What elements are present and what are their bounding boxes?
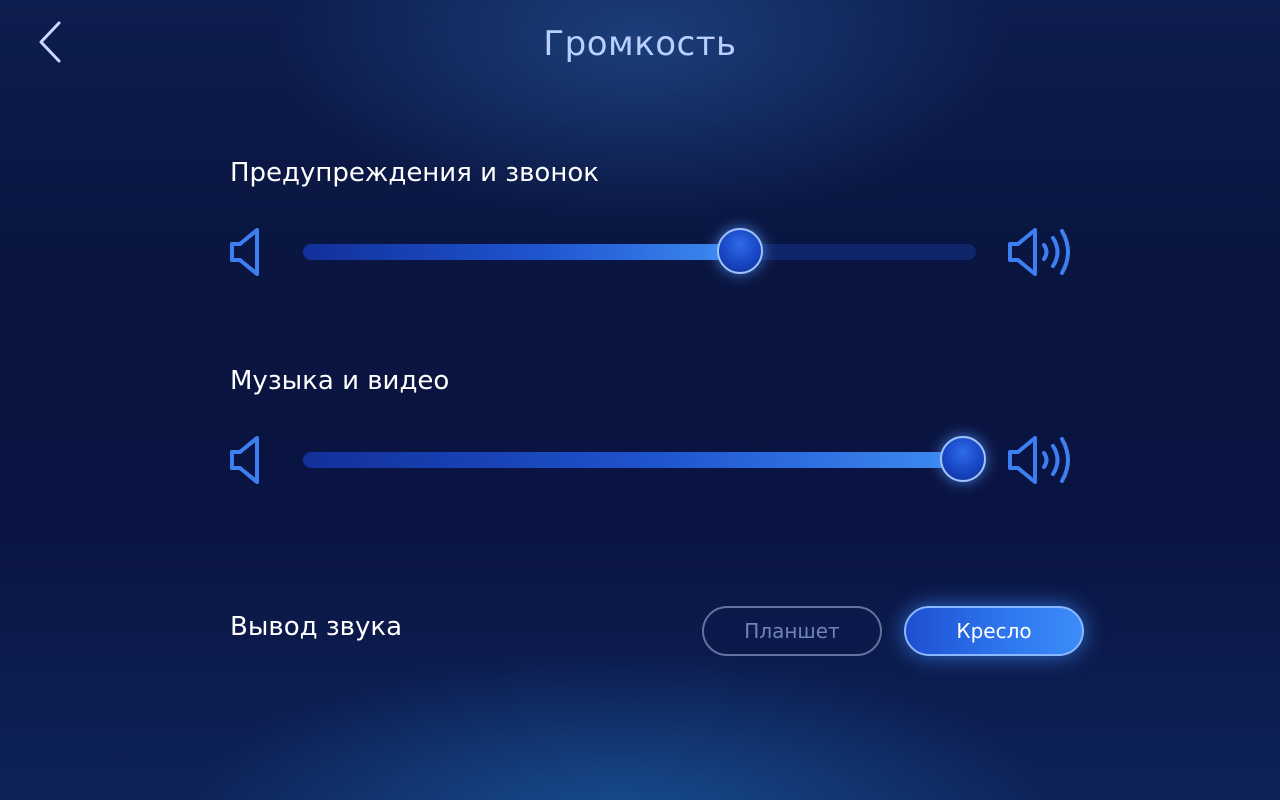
slider-fill: [303, 244, 740, 260]
page-title: Громкость: [543, 24, 737, 64]
speaker-icon[interactable]: [228, 432, 298, 488]
alerts-volume-slider[interactable]: [303, 227, 976, 277]
slider-thumb[interactable]: [717, 228, 763, 274]
slider-fill: [303, 452, 963, 468]
sound-output-label: Вывод звука: [230, 612, 403, 642]
media-volume-slider[interactable]: [303, 435, 986, 485]
sound-output-selector: Планшет Кресло: [702, 606, 1084, 656]
speaker-icon[interactable]: [228, 224, 298, 280]
speaker-loud-icon[interactable]: [1006, 432, 1076, 488]
chair-output-button[interactable]: Кресло: [904, 606, 1084, 656]
alerts-ringtone-label: Предупреждения и звонок: [230, 158, 599, 188]
music-video-label: Музыка и видео: [230, 366, 450, 396]
speaker-loud-icon[interactable]: [1006, 224, 1076, 280]
slider-thumb[interactable]: [940, 436, 986, 482]
tablet-output-button[interactable]: Планшет: [702, 606, 882, 656]
